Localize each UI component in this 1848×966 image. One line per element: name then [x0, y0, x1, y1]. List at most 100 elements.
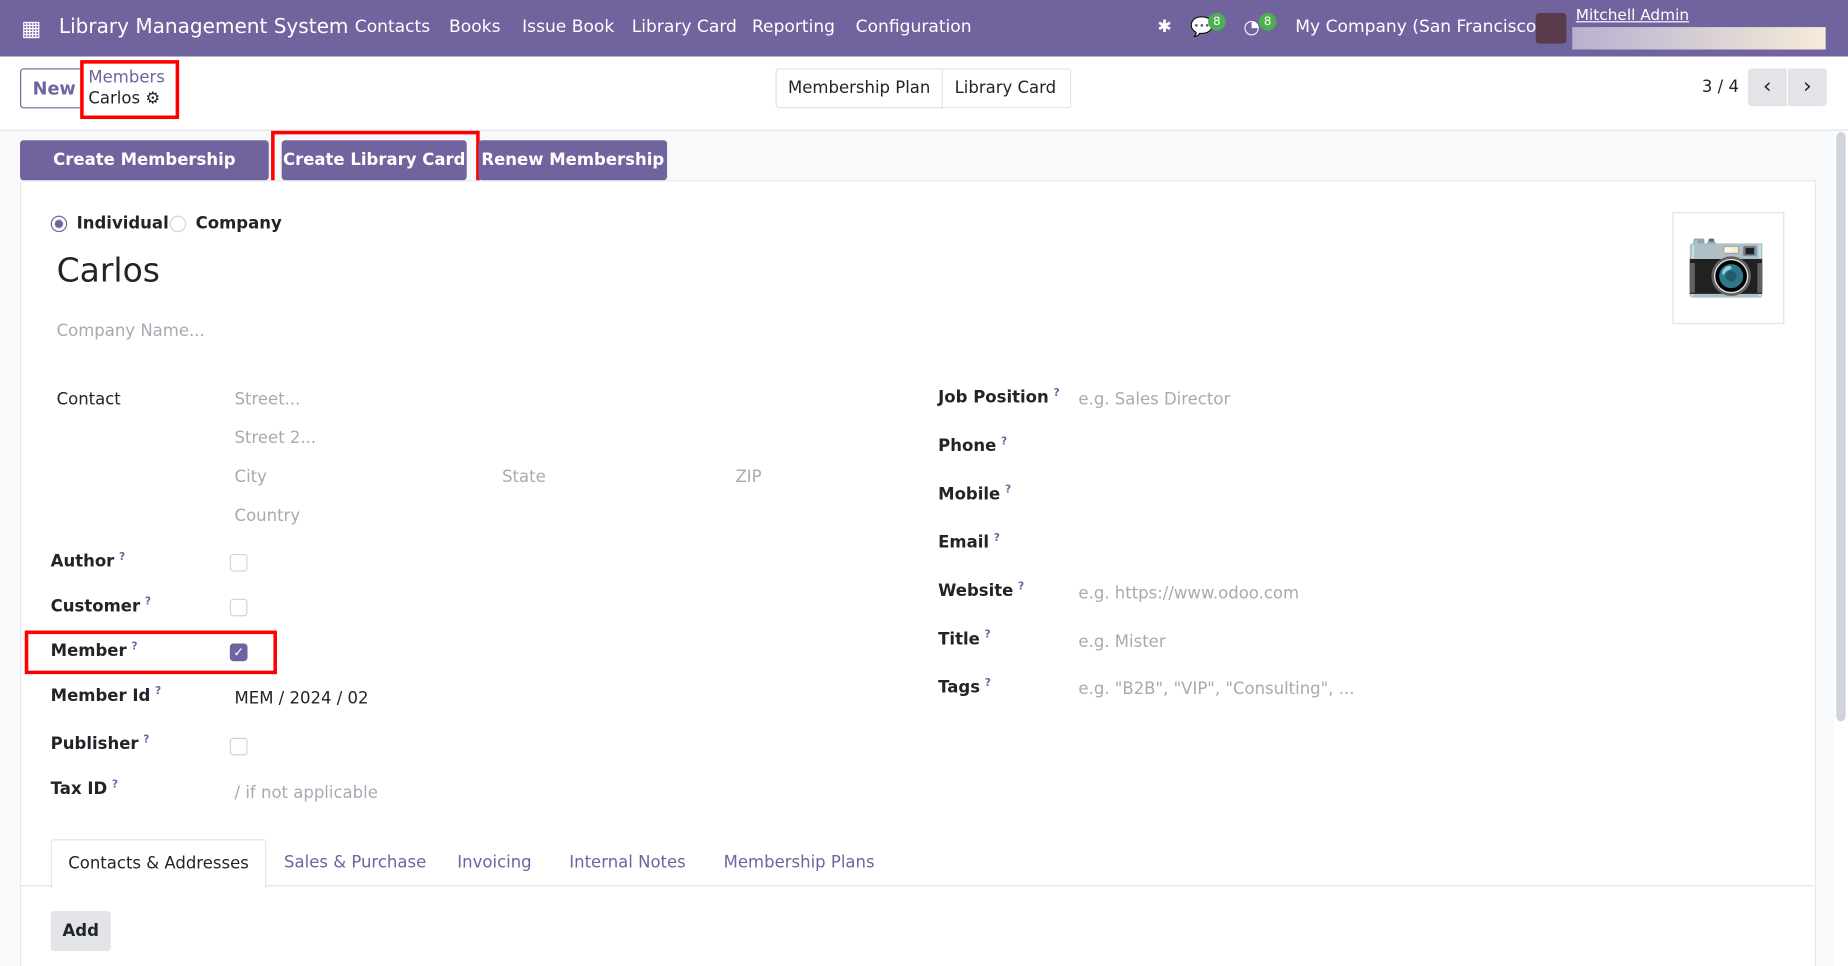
help-icon[interactable]: ?	[145, 596, 151, 608]
street-field[interactable]: Street...	[235, 390, 301, 409]
help-icon[interactable]: ?	[1018, 581, 1024, 593]
publisher-label: Publisher?	[51, 734, 150, 754]
new-button[interactable]: New	[20, 68, 89, 109]
menu-issue-book[interactable]: Issue Book	[522, 18, 614, 37]
member-label: Member?	[51, 641, 138, 661]
author-label: Author?	[51, 552, 126, 572]
add-button[interactable]: Add	[50, 911, 111, 952]
email-label-text: Email	[938, 533, 990, 553]
tab-contacts-addresses[interactable]: Contacts & Addresses	[50, 839, 267, 889]
city-field[interactable]: City	[235, 468, 267, 487]
website-field[interactable]: e.g. https://www.odoo.com	[1078, 585, 1299, 604]
menu-library-card[interactable]: Library Card	[632, 18, 737, 37]
create-membership-invoice-button[interactable]: Create Membership Invoice	[20, 140, 269, 210]
zip-field[interactable]: ZIP	[735, 468, 761, 487]
title-field[interactable]: e.g. Mister	[1078, 633, 1165, 652]
radio-individual[interactable]	[50, 215, 68, 233]
tab-sales-purchase[interactable]: Sales & Purchase	[284, 839, 426, 886]
job-position-label-text: Job Position	[938, 388, 1049, 408]
apps-menu-icon[interactable]: ▦	[21, 17, 41, 42]
help-icon[interactable]: ?	[112, 779, 118, 791]
publisher-checkbox[interactable]	[229, 737, 248, 756]
gear-icon[interactable]: ⚙	[145, 90, 160, 109]
phone-label-text: Phone	[938, 436, 997, 456]
tab-invoicing[interactable]: Invoicing	[457, 839, 531, 886]
pager-previous-button[interactable]: ‹	[1747, 68, 1787, 107]
phone-label: Phone?	[938, 436, 1007, 456]
tax-id-field[interactable]: / if not applicable	[235, 784, 378, 803]
avatar-upload[interactable]: 📷	[1672, 212, 1785, 325]
radio-company-label[interactable]: Company	[196, 215, 282, 234]
pager-value[interactable]: 3 / 4	[1702, 78, 1739, 97]
help-icon[interactable]: ?	[1005, 484, 1011, 496]
breadcrumb-current: Carlos ⚙	[88, 90, 160, 109]
help-icon[interactable]: ?	[985, 678, 991, 690]
author-checkbox[interactable]	[229, 553, 248, 572]
camera-plus-icon: 📷	[1685, 223, 1768, 301]
help-icon[interactable]: ?	[985, 629, 991, 641]
navbar: ▦ Library Management System Contacts Boo…	[0, 0, 1848, 57]
tags-label-text: Tags	[938, 678, 981, 698]
radio-company[interactable]	[169, 215, 187, 233]
avatar[interactable]	[1535, 12, 1567, 44]
website-label: Website?	[938, 581, 1024, 601]
help-icon[interactable]: ?	[155, 686, 161, 698]
mobile-label: Mobile?	[938, 484, 1011, 504]
tab-internal-notes[interactable]: Internal Notes	[569, 839, 685, 886]
website-label-text: Website	[938, 581, 1014, 601]
member-id-value: MEM / 2024 / 02	[234, 689, 369, 709]
publisher-label-text: Publisher	[50, 735, 139, 754]
radio-individual-label[interactable]: Individual	[77, 215, 169, 234]
street2-field[interactable]: Street 2...	[235, 429, 317, 448]
smart-button-library-card[interactable]: Library Card	[940, 68, 1072, 109]
help-icon[interactable]: ?	[1053, 388, 1059, 400]
blurred-region	[1572, 27, 1826, 50]
menu-reporting[interactable]: Reporting	[752, 18, 835, 37]
phone-field[interactable]	[1078, 434, 1785, 460]
title-label: Title?	[938, 629, 991, 649]
pager-next-button[interactable]: ›	[1787, 68, 1827, 107]
help-icon[interactable]: ?	[143, 734, 149, 746]
menu-books[interactable]: Books	[449, 18, 500, 37]
breadcrumb-members[interactable]: Members	[88, 68, 164, 87]
control-panel: New Members Carlos ⚙ Membership Plan Lib…	[0, 56, 1848, 131]
messages-badge: 8	[1208, 12, 1226, 31]
member-label-text: Member	[50, 641, 127, 661]
job-position-field[interactable]: e.g. Sales Director	[1078, 390, 1230, 409]
company-name-field[interactable]: Company Name...	[57, 322, 205, 341]
help-icon[interactable]: ?	[131, 641, 137, 653]
email-field[interactable]	[1078, 530, 1785, 556]
state-field[interactable]: State	[502, 468, 546, 487]
bug-icon[interactable]: ✱	[1157, 18, 1171, 37]
customer-label-text: Customer	[50, 597, 141, 617]
record-name: Carlos	[88, 89, 141, 109]
mobile-field[interactable]	[1078, 482, 1785, 508]
title-label-text: Title	[938, 630, 980, 650]
user-name[interactable]: Mitchell Admin	[1576, 7, 1689, 25]
help-icon[interactable]: ?	[119, 552, 125, 564]
member-id-label: Member Id?	[51, 686, 162, 706]
menu-contacts[interactable]: Contacts	[355, 18, 430, 37]
help-icon[interactable]: ?	[1001, 436, 1007, 448]
scrollbar[interactable]	[1836, 132, 1846, 722]
tax-id-label: Tax ID?	[51, 779, 118, 799]
email-label: Email?	[938, 533, 1000, 553]
renew-membership-button[interactable]: Renew Membership	[478, 140, 668, 181]
customer-label: Customer?	[51, 596, 151, 616]
member-id-label-text: Member Id	[50, 686, 151, 706]
member-checkbox[interactable]: ✓	[229, 643, 248, 662]
create-library-card-button[interactable]: Create Library Card	[281, 140, 467, 181]
help-icon[interactable]: ?	[994, 533, 1000, 545]
tags-label: Tags?	[938, 678, 991, 698]
contact-label: Contact	[56, 390, 121, 409]
smart-button-membership-plan[interactable]: Membership Plan	[775, 68, 943, 109]
menu-configuration[interactable]: Configuration	[856, 18, 972, 37]
tab-membership-plans[interactable]: Membership Plans	[724, 839, 875, 886]
country-field[interactable]: Country	[235, 507, 301, 526]
company-switcher[interactable]: My Company (San Francisco)	[1295, 18, 1543, 37]
app-title[interactable]: Library Management System	[59, 15, 349, 39]
tags-field[interactable]: e.g. "B2B", "VIP", "Consulting", ...	[1078, 680, 1354, 699]
name-field[interactable]: Carlos	[57, 251, 160, 290]
customer-checkbox[interactable]	[229, 598, 248, 617]
activities-icon[interactable]: ◔	[1243, 15, 1259, 37]
